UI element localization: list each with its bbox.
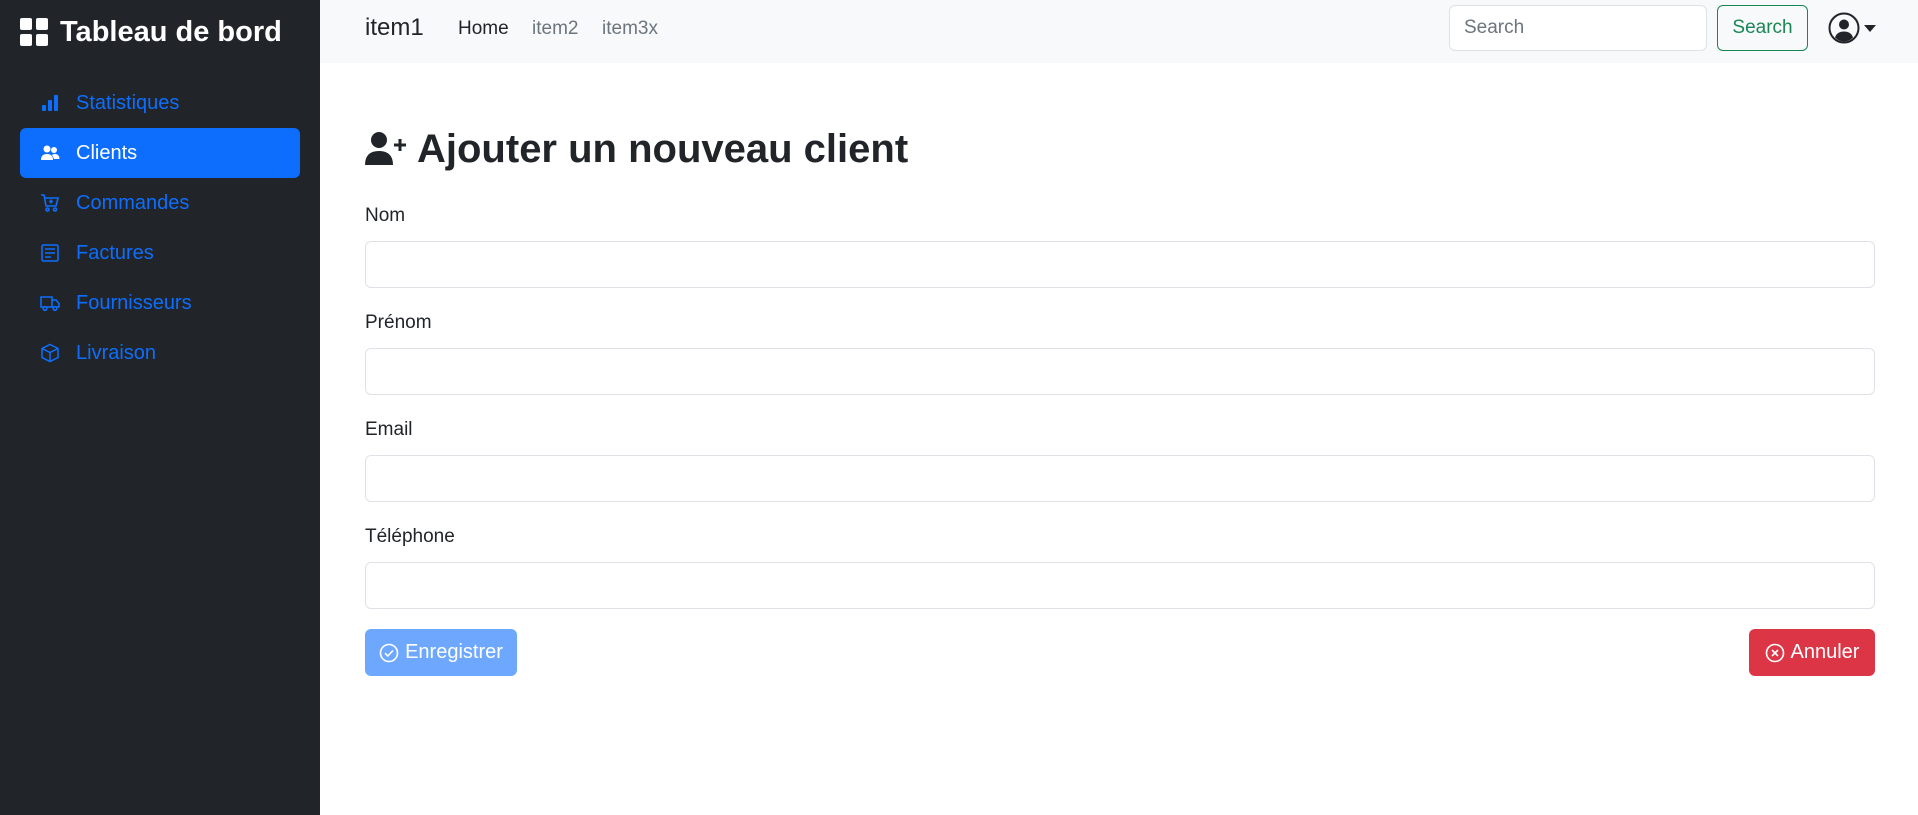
nav-link-item2[interactable]: item2 bbox=[532, 18, 578, 40]
grid-icon bbox=[20, 18, 48, 46]
sidebar: Tableau de bord Statistiques Clients Com… bbox=[0, 0, 320, 815]
cancel-button-label: Annuler bbox=[1790, 641, 1860, 663]
prenom-field[interactable] bbox=[365, 348, 1875, 395]
bar-chart-icon bbox=[40, 93, 60, 113]
sidebar-item-commandes[interactable]: Commandes bbox=[20, 178, 300, 228]
search-input[interactable] bbox=[1449, 5, 1707, 51]
telephone-label: Téléphone bbox=[365, 526, 455, 547]
sidebar-item-label: Fournisseurs bbox=[76, 291, 192, 314]
user-plus-icon bbox=[365, 132, 406, 165]
sidebar-brand[interactable]: Tableau de bord bbox=[20, 14, 282, 50]
sidebar-item-livraison[interactable]: Livraison bbox=[20, 328, 300, 378]
nav-link-item3x[interactable]: item3x bbox=[602, 18, 658, 40]
sidebar-item-label: Clients bbox=[76, 141, 138, 164]
page-title-text: Ajouter un nouveau client bbox=[417, 126, 909, 171]
save-button-label: Enregistrer bbox=[405, 641, 503, 663]
users-icon bbox=[40, 143, 60, 163]
sidebar-item-clients[interactable]: Clients bbox=[20, 128, 300, 178]
sidebar-nav: Statistiques Clients Commandes Factures … bbox=[20, 78, 300, 378]
user-menu-dropdown[interactable] bbox=[1828, 12, 1876, 44]
x-circle-icon bbox=[1765, 643, 1784, 662]
user-circle-icon bbox=[1828, 12, 1860, 44]
save-button[interactable]: Enregistrer bbox=[365, 629, 517, 676]
chevron-down-icon bbox=[1864, 24, 1876, 32]
cart-icon bbox=[40, 193, 60, 213]
sidebar-brand-label: Tableau de bord bbox=[60, 15, 282, 48]
sidebar-item-label: Livraison bbox=[76, 341, 157, 364]
nav-link-home[interactable]: Home bbox=[458, 18, 509, 40]
top-navbar: item1 Home item2 item3x Search bbox=[320, 0, 1918, 63]
sidebar-item-label: Commandes bbox=[76, 191, 190, 214]
sidebar-item-fournisseurs[interactable]: Fournisseurs bbox=[20, 278, 300, 328]
sidebar-item-statistiques[interactable]: Statistiques bbox=[20, 78, 300, 128]
email-label: Email bbox=[365, 419, 413, 440]
nom-field[interactable] bbox=[365, 241, 1875, 288]
telephone-field[interactable] bbox=[365, 562, 1875, 609]
navbar-brand[interactable]: item1 bbox=[365, 14, 424, 42]
invoice-icon bbox=[40, 243, 60, 263]
check-circle-icon bbox=[379, 643, 399, 662]
sidebar-item-label: Factures bbox=[76, 241, 154, 264]
cancel-button[interactable]: Annuler bbox=[1749, 629, 1875, 676]
truck-icon bbox=[40, 293, 60, 313]
sidebar-item-label: Statistiques bbox=[76, 91, 180, 114]
box-icon bbox=[40, 343, 60, 363]
email-field[interactable] bbox=[365, 455, 1875, 502]
page-title: Ajouter un nouveau client bbox=[365, 122, 908, 176]
sidebar-item-factures[interactable]: Factures bbox=[20, 228, 300, 278]
nom-label: Nom bbox=[365, 205, 406, 226]
prenom-label: Prénom bbox=[365, 312, 432, 333]
search-button[interactable]: Search bbox=[1717, 5, 1808, 51]
